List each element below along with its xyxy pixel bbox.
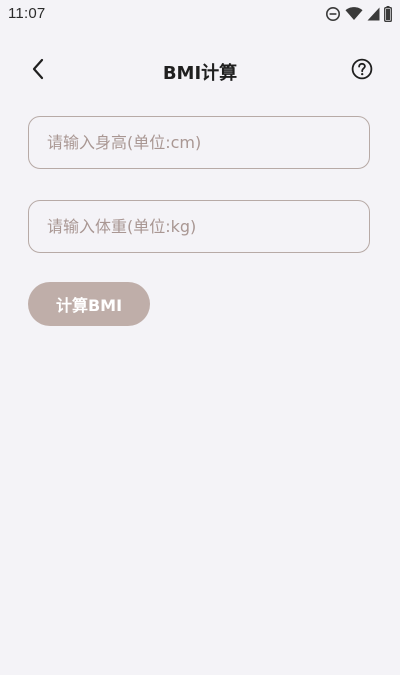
- weight-input[interactable]: [28, 200, 370, 253]
- page-title: BMI计算: [162, 63, 238, 84]
- battery-icon: [384, 6, 392, 22]
- height-input[interactable]: [28, 116, 370, 169]
- signal-icon: [367, 7, 380, 21]
- status-time: 11:07: [8, 5, 46, 22]
- do-not-disturb-icon: [325, 6, 341, 22]
- help-circle-icon: [351, 58, 373, 84]
- app-bar: BMI计算: [0, 44, 400, 98]
- status-bar: 11:07: [0, 0, 400, 28]
- status-icons: [325, 5, 392, 23]
- help-button[interactable]: [350, 58, 374, 84]
- calculate-bmi-button[interactable]: 计算BMI: [28, 282, 150, 326]
- wifi-icon: [345, 7, 363, 21]
